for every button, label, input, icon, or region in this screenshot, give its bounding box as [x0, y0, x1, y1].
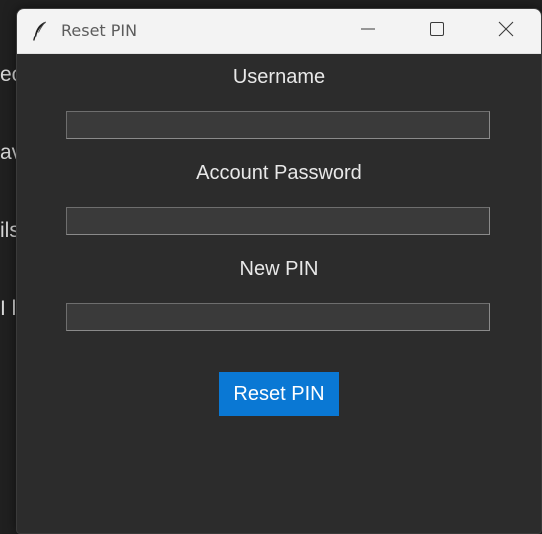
password-label: Account Password — [196, 162, 362, 184]
minimize-icon — [360, 21, 376, 42]
new-pin-input[interactable] — [66, 303, 490, 331]
window-title: Reset PIN — [61, 21, 138, 40]
new-pin-label: New PIN — [239, 258, 319, 280]
password-input[interactable] — [66, 207, 490, 235]
close-button[interactable] — [471, 9, 541, 53]
feather-icon — [33, 21, 47, 41]
reset-pin-window: Reset PIN Username Account Password New … — [16, 8, 542, 534]
username-label: Username — [232, 66, 326, 88]
maximize-button[interactable] — [402, 9, 472, 53]
close-icon — [498, 21, 514, 42]
username-input[interactable] — [66, 111, 490, 139]
minimize-button[interactable] — [333, 9, 403, 53]
reset-pin-button[interactable]: Reset PIN — [219, 372, 339, 416]
form-area: Username Account Password New PIN Reset … — [17, 54, 541, 533]
maximize-icon — [429, 21, 445, 42]
title-bar[interactable]: Reset PIN — [17, 9, 541, 54]
